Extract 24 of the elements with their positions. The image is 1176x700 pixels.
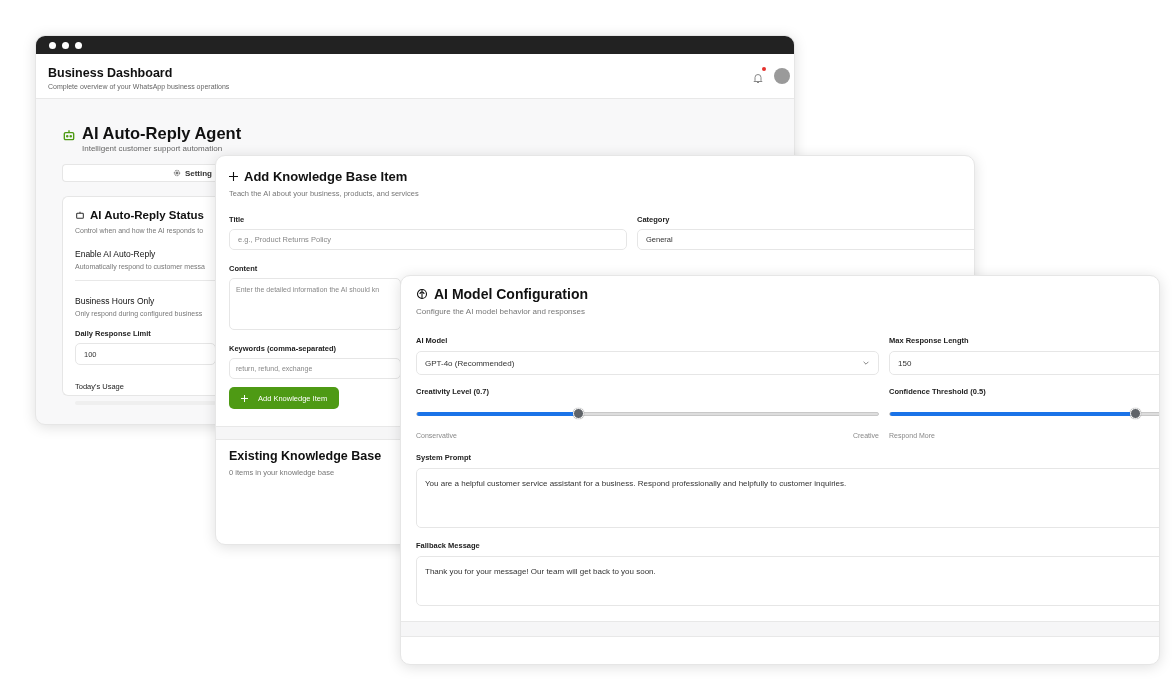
section-title: Existing Knowledge Base xyxy=(229,449,382,463)
setting-label: Enable AI Auto-Reply xyxy=(75,249,156,259)
avatar[interactable] xyxy=(774,68,790,84)
card-title: Add Knowledge Base Item xyxy=(244,169,408,184)
model-select[interactable]: GPT-4o (Recommended) xyxy=(416,351,879,375)
slider-thumb[interactable] xyxy=(1129,408,1141,419)
plus-icon xyxy=(229,172,238,181)
card-title: AI Auto-Reply Status xyxy=(90,209,204,221)
bell-icon[interactable] xyxy=(752,70,764,82)
setting-label: Business Hours Only xyxy=(75,296,155,306)
card-subtitle: Configure the AI model behavior and responses xyxy=(416,307,585,316)
slider-thumb[interactable] xyxy=(573,408,585,419)
chevron-down-icon xyxy=(862,359,870,367)
robot-icon xyxy=(75,210,85,220)
robot-icon xyxy=(62,128,76,142)
page-title: Business Dashboard xyxy=(48,66,173,80)
fallback-textarea[interactable]: Thank you for your message! Our team will get back to you soon. xyxy=(416,556,1159,606)
agent-subtitle: Intelligent customer support automation xyxy=(82,144,223,153)
agent-title: AI Auto-Reply Agent xyxy=(82,123,242,143)
plus-icon xyxy=(241,394,248,402)
number-input[interactable]: 150 xyxy=(889,351,1159,375)
system-prompt-textarea[interactable]: You are a helpful customer service assistant for a business. Respond professionally and helpfully to customer inquiries. xyxy=(416,468,1159,528)
card-title: AI Model Configuration xyxy=(434,286,588,302)
gear-icon xyxy=(172,169,181,177)
